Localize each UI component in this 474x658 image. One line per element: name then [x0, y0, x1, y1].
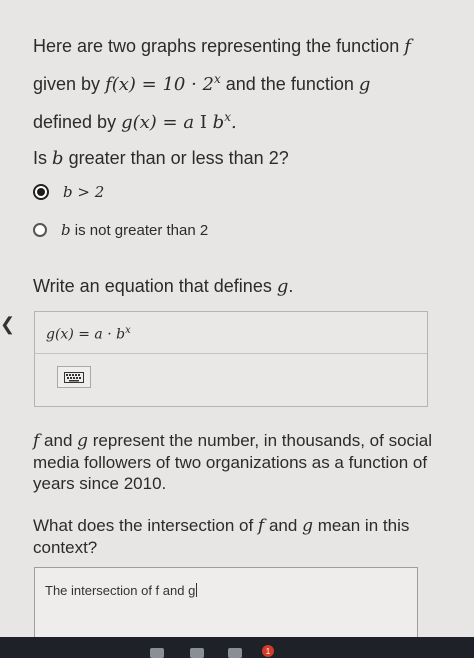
given-by-text: given by: [33, 74, 101, 94]
option-1-math: b > 2: [63, 183, 105, 201]
g-symbol-q3: g: [276, 276, 289, 297]
context-paragraph: f and g represent the number, in thousan…: [33, 430, 443, 494]
taskbar-app-icon[interactable]: [190, 648, 204, 658]
answer-textarea[interactable]: The intersection of f and g: [34, 567, 418, 647]
q4-text-a: What does the intersection of: [33, 516, 254, 535]
equation-divider: [35, 353, 427, 354]
radio-dot: [37, 188, 45, 196]
text-cursor-icon: I: [199, 112, 207, 133]
option-b-not-greater-than-2[interactable]: b is not greater than 2: [33, 221, 208, 239]
f-symbol-q4: f: [257, 516, 265, 536]
q1-line-1: Here are two graphs representing the fun…: [33, 30, 453, 63]
question-3-prompt: Write an equation that defines g.: [33, 276, 293, 297]
question-1-text: Here are two graphs representing the fun…: [33, 30, 453, 139]
question-2-prompt: Is b greater than or less than 2?: [33, 148, 289, 169]
q1-line-2: given by f(x) = 10 · 2x and the function…: [33, 63, 453, 101]
option-b-greater-than-2[interactable]: b > 2: [33, 183, 104, 201]
and-function-text: and the function: [225, 74, 354, 94]
answer-content[interactable]: The intersection of f and g: [45, 583, 198, 598]
answer-text: The intersection of f and g: [45, 583, 196, 598]
equation-input-box[interactable]: g(x) = a · bx: [34, 311, 428, 407]
equation-field[interactable]: g(x) = a · bx: [46, 325, 131, 343]
q3-period: .: [288, 276, 294, 296]
b-symbol: b: [52, 148, 64, 169]
radio-unselected-icon[interactable]: [33, 223, 47, 237]
g-symbol-p: g: [77, 431, 89, 451]
g-symbol-q4: g: [302, 516, 313, 536]
f-def-text: f(x) = 10 · 2: [105, 74, 214, 95]
option-2-text: is not greater than 2: [74, 222, 209, 239]
g-definition: g(x) = a I bx.: [121, 110, 237, 133]
g-base: b: [212, 112, 225, 133]
paragraph-text: represent the number, in thousands, of s…: [33, 431, 433, 493]
q3-text: Write an equation that defines: [33, 276, 272, 296]
g-exponent: x: [224, 110, 231, 124]
defined-by-text: defined by: [33, 112, 117, 132]
text-caret: [196, 583, 198, 597]
option-2-math: b: [61, 221, 71, 239]
g-def-text: g(x) = a: [121, 112, 195, 133]
q2-suffix: greater than or less than 2?: [68, 148, 289, 168]
q1-line-3: defined by g(x) = a I bx.: [33, 101, 453, 139]
f-exponent: x: [213, 72, 221, 86]
taskbar-app-icon[interactable]: [150, 648, 164, 658]
taskbar-app-icon[interactable]: [228, 648, 242, 658]
q4-and: and: [268, 516, 298, 535]
equation-text: g(x) = a · b: [46, 326, 126, 343]
f-symbol: f: [404, 36, 411, 57]
equation-exponent: x: [125, 325, 131, 336]
side-chevron-icon: ❮: [0, 314, 16, 334]
q1-line1-text: Here are two graphs representing the fun…: [33, 36, 400, 56]
and-text: and: [44, 431, 73, 450]
f-symbol-p: f: [33, 431, 40, 451]
question-4-prompt: What does the intersection of f and g me…: [33, 515, 453, 559]
keyboard-icon[interactable]: [57, 366, 91, 388]
radio-selected-icon[interactable]: [33, 184, 49, 200]
q2-prefix: Is: [33, 148, 48, 168]
g-symbol: g: [358, 74, 371, 95]
f-definition: f(x) = 10 · 2x: [105, 72, 221, 95]
notification-badge: 1: [262, 645, 274, 657]
